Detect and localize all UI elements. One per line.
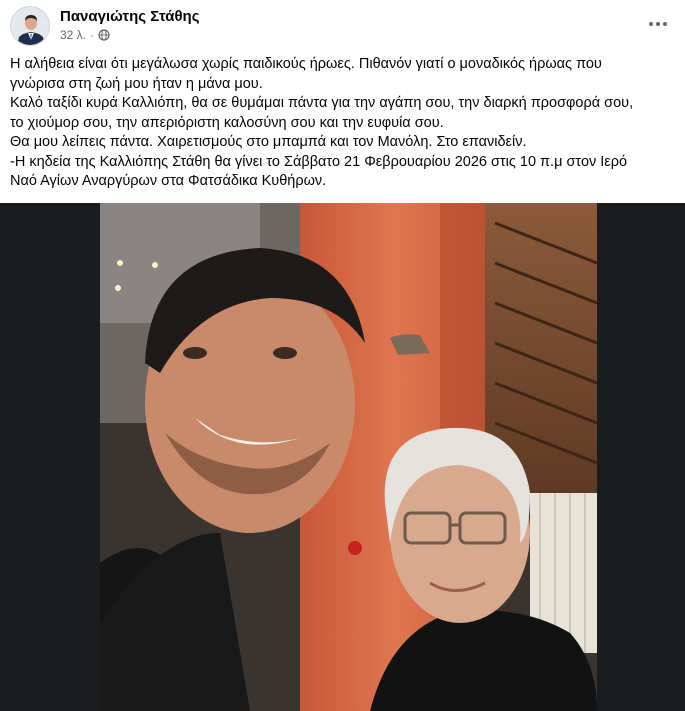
profile-picture — [11, 7, 49, 45]
post-timestamp[interactable]: 32 λ. — [60, 28, 86, 42]
post-photo[interactable] — [100, 203, 598, 711]
post-meta: 32 λ. · — [60, 28, 110, 42]
avatar[interactable] — [10, 6, 50, 46]
post-header: Παναγιώτης Στάθης 32 λ. · — [10, 6, 675, 48]
post-text-line: το χιούμορ σου, την απεριόριστη καλοσύνη… — [10, 114, 444, 131]
post-text-line: -Η κηδεία της Καλλιόπης Στάθη θα γίνει τ… — [10, 153, 628, 170]
post-photo-container — [0, 203, 685, 711]
post-text-line: Καλό ταξίδι κυρά Καλλιόπη, θα σε θυμάμαι… — [10, 95, 634, 111]
post-text-line: γνώρισα στη ζωή μου ήταν η μάνα μου. — [10, 75, 263, 92]
selfie-photo — [100, 203, 598, 711]
post-text-line: Ναό Αγίων Αναργύρων στα Φατσάδικα Κυθήρω… — [10, 173, 327, 189]
post-text-line: Θα μου λείπεις πάντα. Χαιρετισμούς στο μ… — [10, 134, 527, 150]
post-text: Η αλήθεια είναι ότι μεγάλωσα χωρίς παιδι… — [10, 55, 675, 192]
author-name[interactable]: Παναγιώτης Στάθης — [60, 8, 200, 25]
globe-icon[interactable] — [98, 29, 110, 41]
meta-separator: · — [90, 28, 95, 42]
more-options-icon[interactable] — [643, 12, 673, 36]
post-text-line: Η αλήθεια είναι ότι μεγάλωσα χωρίς παιδι… — [10, 56, 602, 72]
